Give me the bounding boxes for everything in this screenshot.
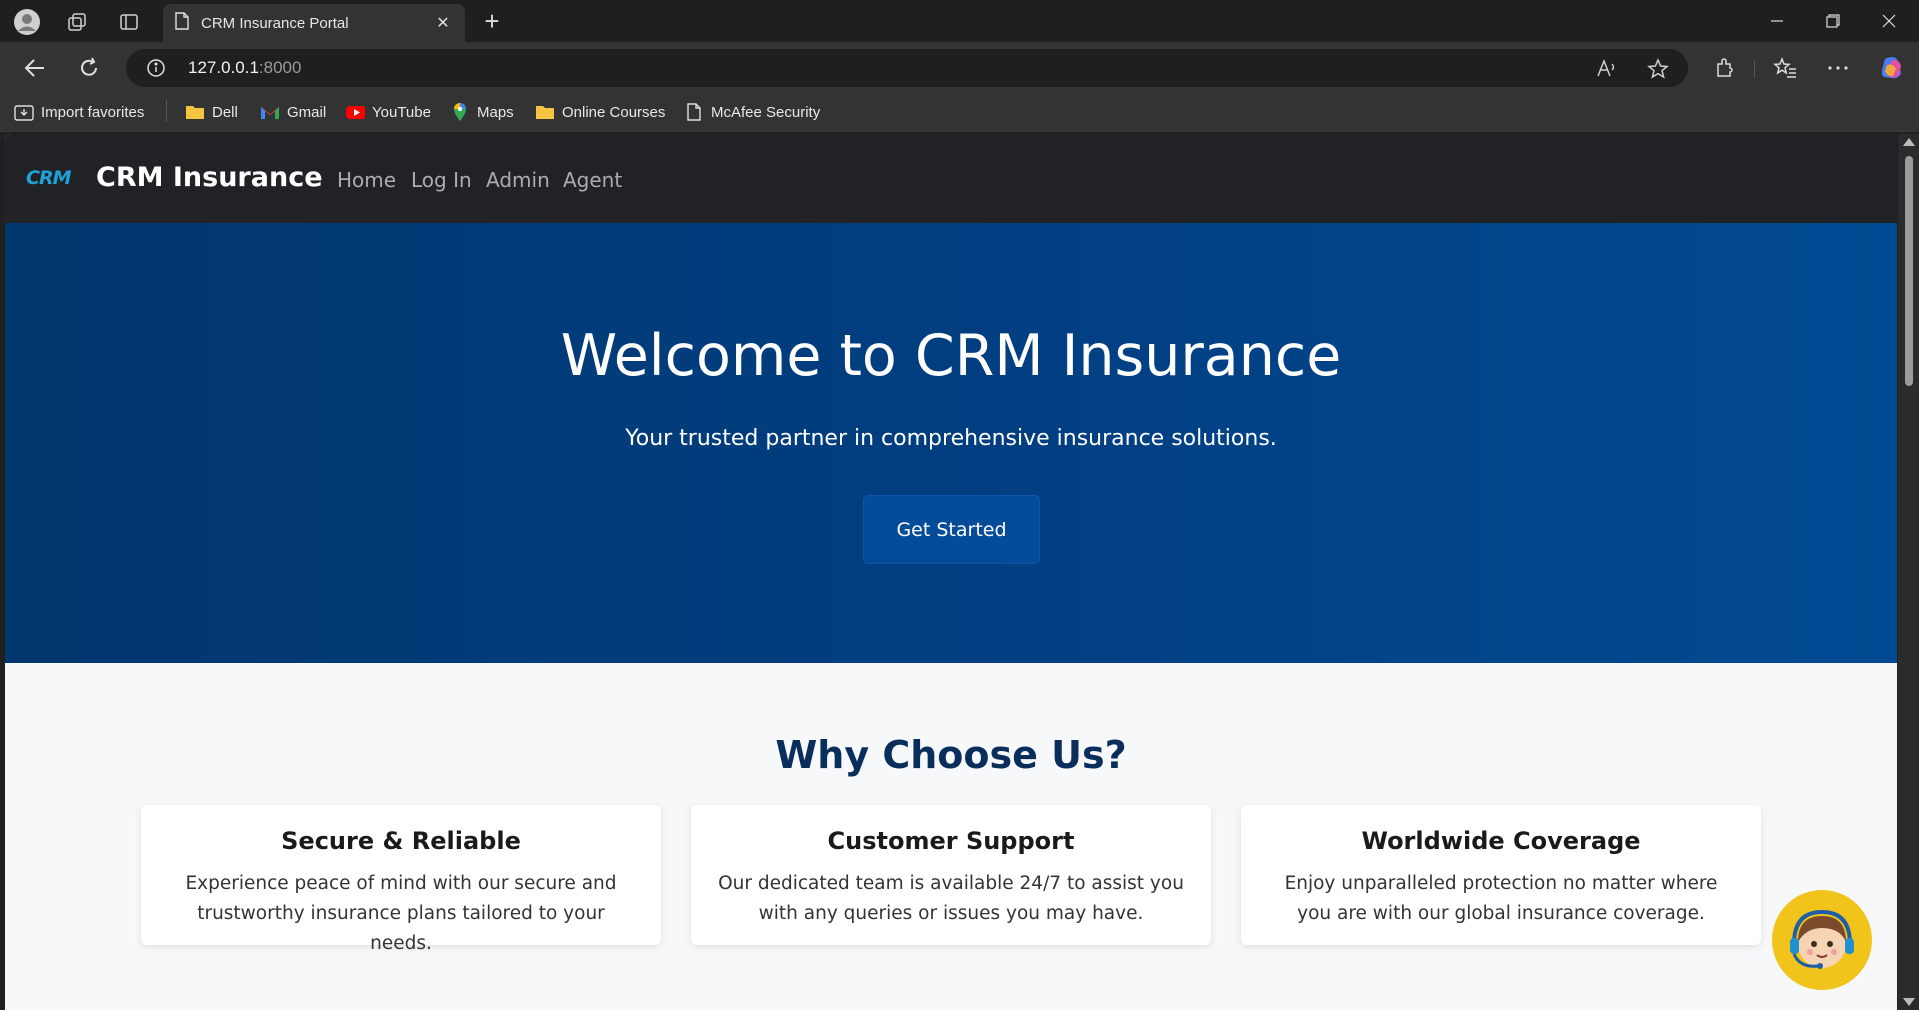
bookmark-online-courses[interactable]: Online Courses [535,101,665,123]
card-text: Enjoy unparalleled protection no matter … [1284,873,1718,924]
feature-card-support: Customer Support Our dedicated team is a… [691,805,1211,945]
page-icon [684,103,704,121]
card-text: Our dedicated team is available 24/7 to … [718,873,1184,924]
page-viewport: CRM CRM Insurance Home Log In Admin Agen… [5,134,1897,1010]
bookmark-label: Gmail [287,103,327,121]
gmail-icon [260,103,280,121]
section-title: Why Choose Us? [775,733,1127,777]
support-agent-icon [1790,909,1854,969]
get-started-button[interactable]: Get Started [863,495,1040,564]
bookmark-mcafee[interactable]: McAfee Security [684,101,820,123]
chatbot-button[interactable] [1772,890,1872,990]
bookmark-maps[interactable]: Maps [450,101,514,123]
card-title: Worldwide Coverage [1361,827,1641,855]
copilot-icon[interactable] [1879,55,1905,81]
card-text: Experience peace of mind with our secure… [185,873,617,954]
hero-title: Welcome to CRM Insurance [560,323,1342,389]
site-logo[interactable]: CRM [26,167,71,189]
why-choose-us-section: Why Choose Us? Secure & Reliable Experie… [5,663,1897,1010]
site-brand[interactable]: CRM Insurance [96,162,323,193]
hero-subtitle: Your trusted partner in comprehensive in… [625,426,1277,451]
tab-title: CRM Insurance Portal [201,14,349,32]
close-tab-icon[interactable]: ✕ [433,13,453,33]
url-host: 127.0.0.1 [188,58,259,77]
bookmark-dell[interactable]: Dell [185,101,238,123]
folder-icon [535,103,555,121]
bookmarks-divider [166,100,167,122]
feature-card-secure: Secure & Reliable Experience peace of mi… [141,805,661,954]
profile-avatar-icon[interactable] [13,8,41,36]
bookmark-label: Dell [212,103,238,121]
nav-link-admin[interactable]: Admin [486,168,550,192]
youtube-icon [345,103,365,121]
browser-tab[interactable]: CRM Insurance Portal ✕ [163,4,465,42]
new-tab-icon[interactable]: + [478,8,506,36]
read-aloud-icon[interactable] [1596,58,1618,80]
scrollbar-thumb[interactable] [1905,156,1913,386]
bookmark-label: YouTube [372,103,431,121]
url-port: :8000 [258,58,302,77]
minimize-icon[interactable] [1752,6,1802,36]
favorite-star-icon[interactable] [1647,58,1669,80]
feature-card-coverage: Worldwide Coverage Enjoy unparalleled pr… [1241,805,1761,945]
site-navbar: CRM CRM Insurance Home Log In Admin Agen… [5,134,1897,223]
bookmark-label: Maps [477,103,514,121]
bookmark-label: Online Courses [562,103,666,121]
card-title: Customer Support [827,827,1075,855]
browser-toolbar: 127.0.0.1:8000 [0,42,1919,92]
bookmark-label: Import favorites [41,103,145,121]
maps-icon [450,103,470,121]
page-scrollbar[interactable] [1898,134,1919,1010]
address-bar[interactable]: 127.0.0.1:8000 [126,49,1688,87]
bookmark-gmail[interactable]: Gmail [260,101,326,123]
folder-icon [185,103,205,121]
back-arrow-icon[interactable] [19,52,51,84]
nav-link-home[interactable]: Home [337,168,396,192]
hero-section: Welcome to CRM Insurance Your trusted pa… [5,223,1897,663]
bookmark-youtube[interactable]: YouTube [345,101,431,123]
site-info-icon[interactable] [146,58,166,78]
import-icon [14,103,34,121]
scroll-down-arrow-icon[interactable] [1903,998,1915,1006]
workspaces-icon[interactable] [63,8,91,36]
vertical-tabs-icon[interactable] [115,8,143,36]
restore-icon[interactable] [1808,6,1858,36]
bookmark-label: McAfee Security [711,103,821,121]
reload-icon[interactable] [73,52,105,84]
scroll-up-arrow-icon[interactable] [1903,138,1915,146]
bookmark-import-favorites[interactable]: Import favorites [14,101,144,123]
url-text[interactable]: 127.0.0.1:8000 [188,58,301,78]
nav-link-login[interactable]: Log In [411,168,472,192]
extensions-icon[interactable] [1712,55,1738,81]
more-options-icon[interactable] [1825,55,1851,81]
page-icon [175,12,189,34]
favorites-list-icon[interactable] [1772,55,1798,81]
card-title: Secure & Reliable [281,827,521,855]
nav-link-agent[interactable]: Agent [563,168,622,192]
browser-titlebar: CRM Insurance Portal ✕ + [0,0,1919,42]
close-window-icon[interactable] [1864,6,1914,36]
toolbar-divider [1754,60,1755,78]
